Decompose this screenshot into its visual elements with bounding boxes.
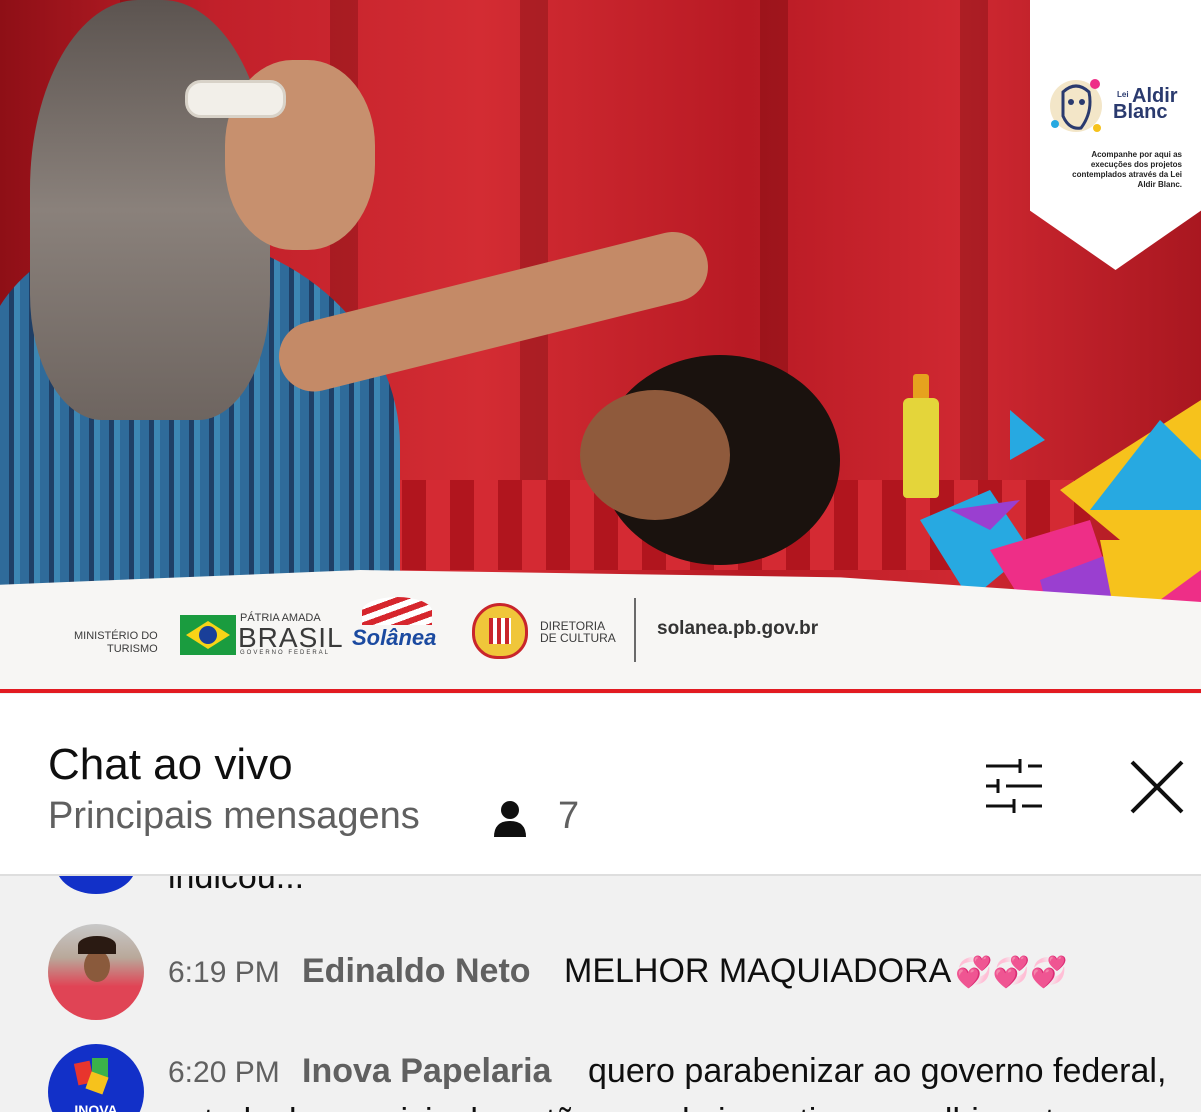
solanea-flag-icon <box>362 597 432 625</box>
message-text: quero parabenizar ao governo federal, <box>588 1052 1167 1090</box>
avatar[interactable] <box>56 876 136 894</box>
aldir-caption: Acompanhe por aqui as execuções dos proj… <box>1072 150 1182 189</box>
chat-header: Chat ao vivo Principais mensagens 7 <box>0 694 1201 876</box>
brasil-flag-icon <box>180 615 236 655</box>
lei-label: Lei <box>1117 90 1129 99</box>
message-author[interactable]: Edinaldo Neto <box>302 952 531 991</box>
message-time: 6:20 PM <box>168 1056 280 1089</box>
bottle-cap <box>913 374 929 400</box>
curtain-fold <box>520 0 548 520</box>
message-time: 6:19 PM <box>168 956 280 989</box>
chat-mode-selector[interactable]: Principais mensagens <box>48 795 420 838</box>
message-text: MELHOR MAQUIADORA 💞💞💞 <box>564 952 1068 990</box>
avatar[interactable]: INOVA <box>48 1044 144 1112</box>
hair-clip <box>185 80 286 118</box>
model-face <box>580 390 730 520</box>
ministerio-logo: MINISTÉRIO DO TURISMO <box>74 630 158 655</box>
person-icon <box>494 801 526 837</box>
video-progress-line <box>0 689 1201 693</box>
aldir-title-2: Blanc <box>1113 101 1168 123</box>
aldir-blanc-portrait-icon <box>1050 79 1102 132</box>
message-author[interactable]: Inova Papelaria <box>302 1052 551 1091</box>
makeup-artist-hair <box>30 0 270 420</box>
site-url: solanea.pb.gov.br <box>657 618 819 639</box>
close-icon[interactable] <box>1128 758 1186 816</box>
video-player[interactable]: MINISTÉRIO DO TURISMO PÁTRIA AMADA BRASI… <box>0 0 1201 693</box>
sponsor-divider <box>634 598 636 662</box>
viewer-count: 7 <box>558 795 580 837</box>
chat-title: Chat ao vivo <box>48 740 293 789</box>
diretoria-cultura-logo: DIRETORIA DE CULTURA <box>540 619 616 645</box>
sliders-icon[interactable] <box>980 758 1046 814</box>
chat-messages-list[interactable]: indicou... 6:19 PM Edinaldo Neto MELHOR … <box>0 876 1201 1112</box>
message-text-continued: estadual e municipal por tão grande ince… <box>168 1102 1102 1112</box>
governo-federal-text: GOVERNO FEDERAL <box>240 650 331 656</box>
hearts-emoji-icon: 💞💞💞 <box>955 956 1068 989</box>
message-text: indicou... <box>168 876 305 896</box>
city-seal-icon <box>472 603 528 659</box>
solanea-logo: Solânea <box>352 625 437 650</box>
avatar[interactable] <box>48 924 144 1020</box>
